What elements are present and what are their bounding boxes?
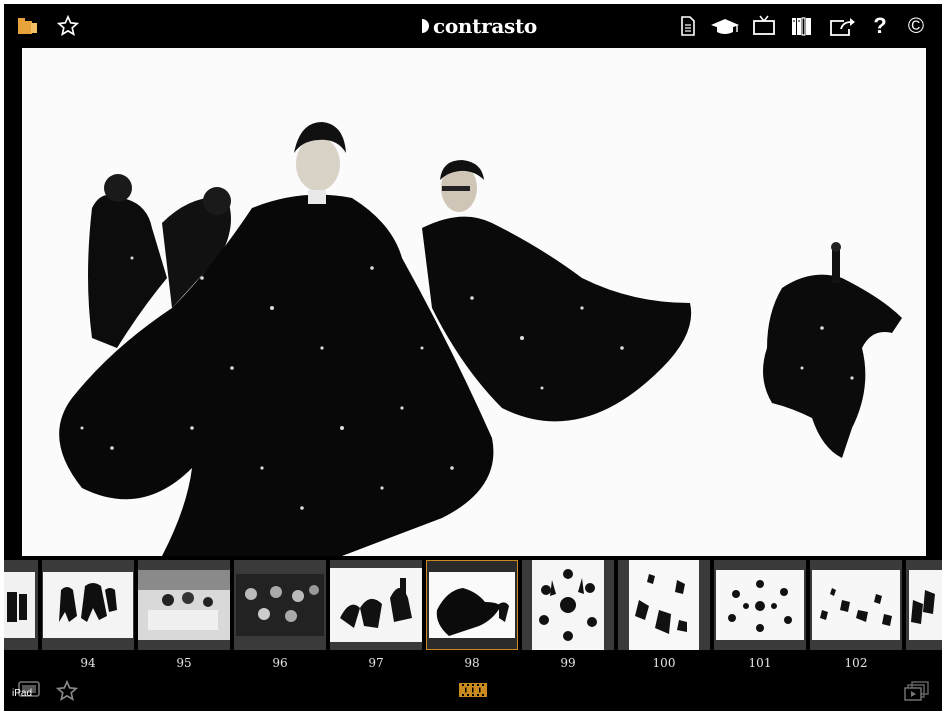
thumbnail-image bbox=[4, 572, 35, 638]
thumbnail-98[interactable] bbox=[426, 560, 518, 650]
thumbnail-93[interactable] bbox=[4, 560, 38, 650]
top-toolbar: contrasto ? © bbox=[4, 4, 942, 48]
copyright-glyph: © bbox=[907, 13, 925, 38]
thumbnail-number: 99 bbox=[560, 656, 576, 670]
folder-icon[interactable] bbox=[16, 14, 40, 38]
app-frame: contrasto ? © 94 95 96 97 98 99 100 101 … bbox=[4, 4, 942, 711]
thumbnail-number: 100 bbox=[652, 656, 676, 670]
thumbnail-number: 94 bbox=[80, 656, 96, 670]
thumbnail-image bbox=[532, 560, 604, 650]
thumbnail-number: 96 bbox=[272, 656, 288, 670]
thumbnail-96[interactable] bbox=[234, 560, 326, 650]
thumbnail-image bbox=[43, 572, 133, 638]
brand-name: contrasto bbox=[433, 14, 537, 38]
thumbnail-103[interactable] bbox=[906, 560, 942, 650]
thumbnail-image bbox=[629, 560, 699, 650]
thumbnail-100[interactable] bbox=[618, 560, 710, 650]
thumbnail-image bbox=[909, 570, 942, 640]
filmstrip-icon[interactable] bbox=[458, 680, 488, 700]
document-icon[interactable] bbox=[676, 14, 700, 38]
thumbnail-102[interactable] bbox=[810, 560, 902, 650]
thumbnail-number: 101 bbox=[748, 656, 772, 670]
thumbnail-97[interactable] bbox=[330, 560, 422, 650]
thumbnail-image bbox=[330, 568, 422, 642]
bottom-toolbar: iPad bbox=[4, 670, 942, 711]
thumbnail-94[interactable] bbox=[42, 560, 134, 650]
favorite-star-icon[interactable] bbox=[56, 14, 80, 38]
share-icon[interactable] bbox=[828, 14, 856, 38]
thumbnail-101[interactable] bbox=[714, 560, 806, 650]
thumbnail-number: 97 bbox=[368, 656, 384, 670]
library-books-icon[interactable] bbox=[790, 14, 814, 38]
thumbnail-image bbox=[429, 572, 515, 638]
half-circle-logo-icon bbox=[422, 19, 429, 33]
help-glyph: ? bbox=[873, 13, 887, 38]
thumbnail-image bbox=[716, 570, 804, 640]
device-badge: iPad bbox=[12, 688, 33, 699]
copyright-icon[interactable]: © bbox=[904, 13, 928, 38]
tv-icon[interactable] bbox=[752, 14, 776, 38]
thumbnail-99[interactable] bbox=[522, 560, 614, 650]
thumbnail-image bbox=[812, 570, 900, 640]
filmstrip[interactable] bbox=[4, 560, 942, 656]
thumbnail-image bbox=[138, 570, 230, 640]
favorite-star-icon[interactable] bbox=[55, 679, 79, 702]
priests-in-snow-photo bbox=[22, 48, 926, 556]
brand-logo: contrasto bbox=[420, 13, 537, 39]
graduation-cap-icon[interactable] bbox=[710, 14, 740, 38]
slideshow-icon[interactable] bbox=[904, 680, 930, 702]
thumbnail-number: 98 bbox=[464, 656, 480, 670]
main-photo[interactable] bbox=[22, 48, 926, 556]
help-icon[interactable]: ? bbox=[868, 13, 892, 38]
thumbnail-image bbox=[236, 574, 324, 636]
thumbnail-95[interactable] bbox=[138, 560, 230, 650]
thumbnail-number: 95 bbox=[176, 656, 192, 670]
thumbnail-number: 102 bbox=[844, 656, 868, 670]
